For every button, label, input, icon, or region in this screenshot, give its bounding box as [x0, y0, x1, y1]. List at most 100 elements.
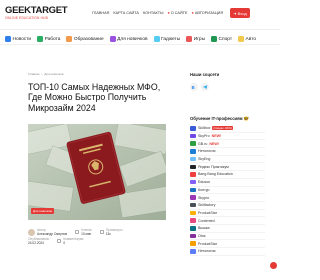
- course-item[interactable]: Contented: [190, 217, 265, 225]
- comments-block[interactable]: Комментарии 0: [57, 237, 83, 245]
- published-date: 24.02.2024: [28, 241, 44, 245]
- course-logo-icon: [190, 249, 196, 254]
- nav-home[interactable]: Главная: [92, 11, 109, 15]
- course-item[interactable]: Нетология: [190, 148, 265, 156]
- course-item[interactable]: Нетология: [190, 248, 265, 256]
- nav-about[interactable]: ● О сайте: [167, 11, 187, 15]
- info-icon: ●: [167, 11, 170, 15]
- comments-count: 0: [63, 241, 66, 245]
- course-logo-icon: [190, 218, 196, 223]
- course-name: Вышка: [198, 226, 210, 231]
- passport-money-illustration: [28, 124, 166, 220]
- published-block: Опубликовано 24.02.2024: [28, 237, 49, 245]
- author-info: Автор Александр Смирнов: [37, 228, 67, 236]
- category-news[interactable]: Новости: [5, 36, 31, 42]
- course-item[interactable]: Вышка: [190, 225, 265, 233]
- course-name: Otus: [198, 233, 206, 238]
- nav-about-label: О сайте: [170, 11, 188, 15]
- course-name: Skypro: [198, 195, 210, 200]
- course-logo-icon: [190, 156, 196, 162]
- nav-contacts[interactable]: Контакты: [143, 11, 163, 15]
- course-name: Нетология: [198, 149, 216, 154]
- svg-text:B: B: [192, 85, 195, 90]
- login-button[interactable]: ➜ Вход: [230, 8, 250, 18]
- nav-sitemap[interactable]: Карта сайта: [113, 11, 139, 15]
- course-item[interactable]: Skillfactory: [190, 202, 265, 210]
- course-logo-icon: [190, 179, 196, 185]
- scroll-top-button[interactable]: [270, 262, 277, 269]
- category-sport[interactable]: Спорт: [211, 36, 232, 42]
- course-item[interactable]: Яндекс Практикум: [190, 163, 265, 172]
- author-block[interactable]: Автор Александр Смирнов: [28, 228, 67, 236]
- comment-icon: [57, 239, 62, 243]
- nav-auth[interactable]: ● Авторизация: [192, 11, 224, 15]
- course-item[interactable]: GB.ru NEW!: [190, 140, 265, 149]
- logo-text: GEEKTARGET: [5, 5, 68, 16]
- category-label: Гаджеты: [161, 36, 181, 42]
- nav-auth-label: Авторизация: [194, 11, 224, 15]
- course-name: ProductStar: [198, 210, 217, 215]
- course-logo-icon: [190, 226, 196, 231]
- course-item[interactable]: Skillbox (Скидки -60%): [190, 125, 265, 133]
- car-icon: [238, 36, 245, 42]
- breadcrumb-separator: ›: [41, 72, 43, 76]
- category-auto[interactable]: Авто: [238, 36, 256, 42]
- vk-icon[interactable]: B: [190, 83, 198, 91]
- category-bar: Новости Работа Образование Для новичков …: [0, 34, 280, 45]
- breadcrumb-home[interactable]: Главная: [28, 72, 39, 76]
- course-new-tag: NEW!: [211, 134, 222, 139]
- course-name: Contented: [198, 218, 215, 223]
- social-links: B: [190, 83, 209, 91]
- login-label: Вход: [237, 10, 247, 16]
- course-logo-icon: [190, 187, 196, 193]
- course-name: Bang Bang Education: [198, 172, 233, 177]
- course-item[interactable]: Bang Bang Education: [190, 171, 265, 179]
- eye-icon: [99, 230, 104, 234]
- category-gadgets[interactable]: Гаджеты: [153, 36, 181, 42]
- course-logo-icon: [190, 241, 196, 246]
- course-logo-icon: [190, 133, 196, 139]
- category-label: Игры: [193, 36, 206, 42]
- course-item[interactable]: Контур: [190, 187, 265, 195]
- course-item[interactable]: Eduson: [190, 179, 265, 187]
- category-work[interactable]: Работа: [37, 36, 60, 42]
- category-badge[interactable]: Для новичков: [31, 208, 55, 214]
- course-logo-icon: [190, 164, 196, 170]
- lock-icon: ●: [191, 11, 194, 15]
- author-avatar: [28, 228, 35, 236]
- course-logo-icon: [190, 195, 196, 200]
- site-logo[interactable]: GEEKTARGET ONLINE EDUCATION HUB: [5, 5, 68, 23]
- course-item[interactable]: SkyPro NEW!: [190, 133, 265, 141]
- course-item[interactable]: ProductStar: [190, 210, 265, 218]
- course-item[interactable]: Otus: [190, 233, 265, 241]
- views: Просмотры 13к: [106, 228, 123, 236]
- course-name: Eduson: [198, 180, 211, 185]
- clock-icon: [75, 230, 80, 234]
- course-logo-icon: [190, 233, 196, 239]
- course-logo-icon: [190, 149, 196, 154]
- course-name: Skillfactory: [198, 203, 216, 208]
- course-item[interactable]: ProductStar: [190, 240, 265, 248]
- rocket-icon: [109, 36, 116, 42]
- category-beginners[interactable]: Для новичков: [109, 36, 148, 42]
- course-name: Нетология: [198, 249, 216, 254]
- ball-icon: [211, 36, 218, 42]
- course-discount-tag: (Скидки -60%): [212, 126, 233, 131]
- course-item[interactable]: Skypro: [190, 194, 265, 202]
- course-logo-icon: [190, 141, 196, 146]
- category-games[interactable]: Игры: [186, 36, 205, 42]
- breadcrumb-category[interactable]: Для новичков: [44, 72, 63, 76]
- comments: Комментарии 0: [63, 237, 83, 245]
- social-title: Наши соцсети: [190, 72, 220, 77]
- category-education[interactable]: Образование: [66, 36, 104, 42]
- read-time: Чтение 10 мин: [81, 228, 92, 236]
- course-name: ProductStar: [198, 241, 217, 246]
- telegram-icon[interactable]: [201, 83, 209, 91]
- category-label: Авто: [245, 36, 257, 42]
- course-item[interactable]: SkyEng: [190, 156, 265, 164]
- course-name: Skillbox: [198, 126, 211, 131]
- site-header: GEEKTARGET ONLINE EDUCATION HUB Главная …: [0, 0, 280, 30]
- category-label: Для новичков: [117, 36, 148, 42]
- category-label: Образование: [73, 36, 104, 42]
- breadcrumb: Главная › Для новичков: [28, 72, 63, 76]
